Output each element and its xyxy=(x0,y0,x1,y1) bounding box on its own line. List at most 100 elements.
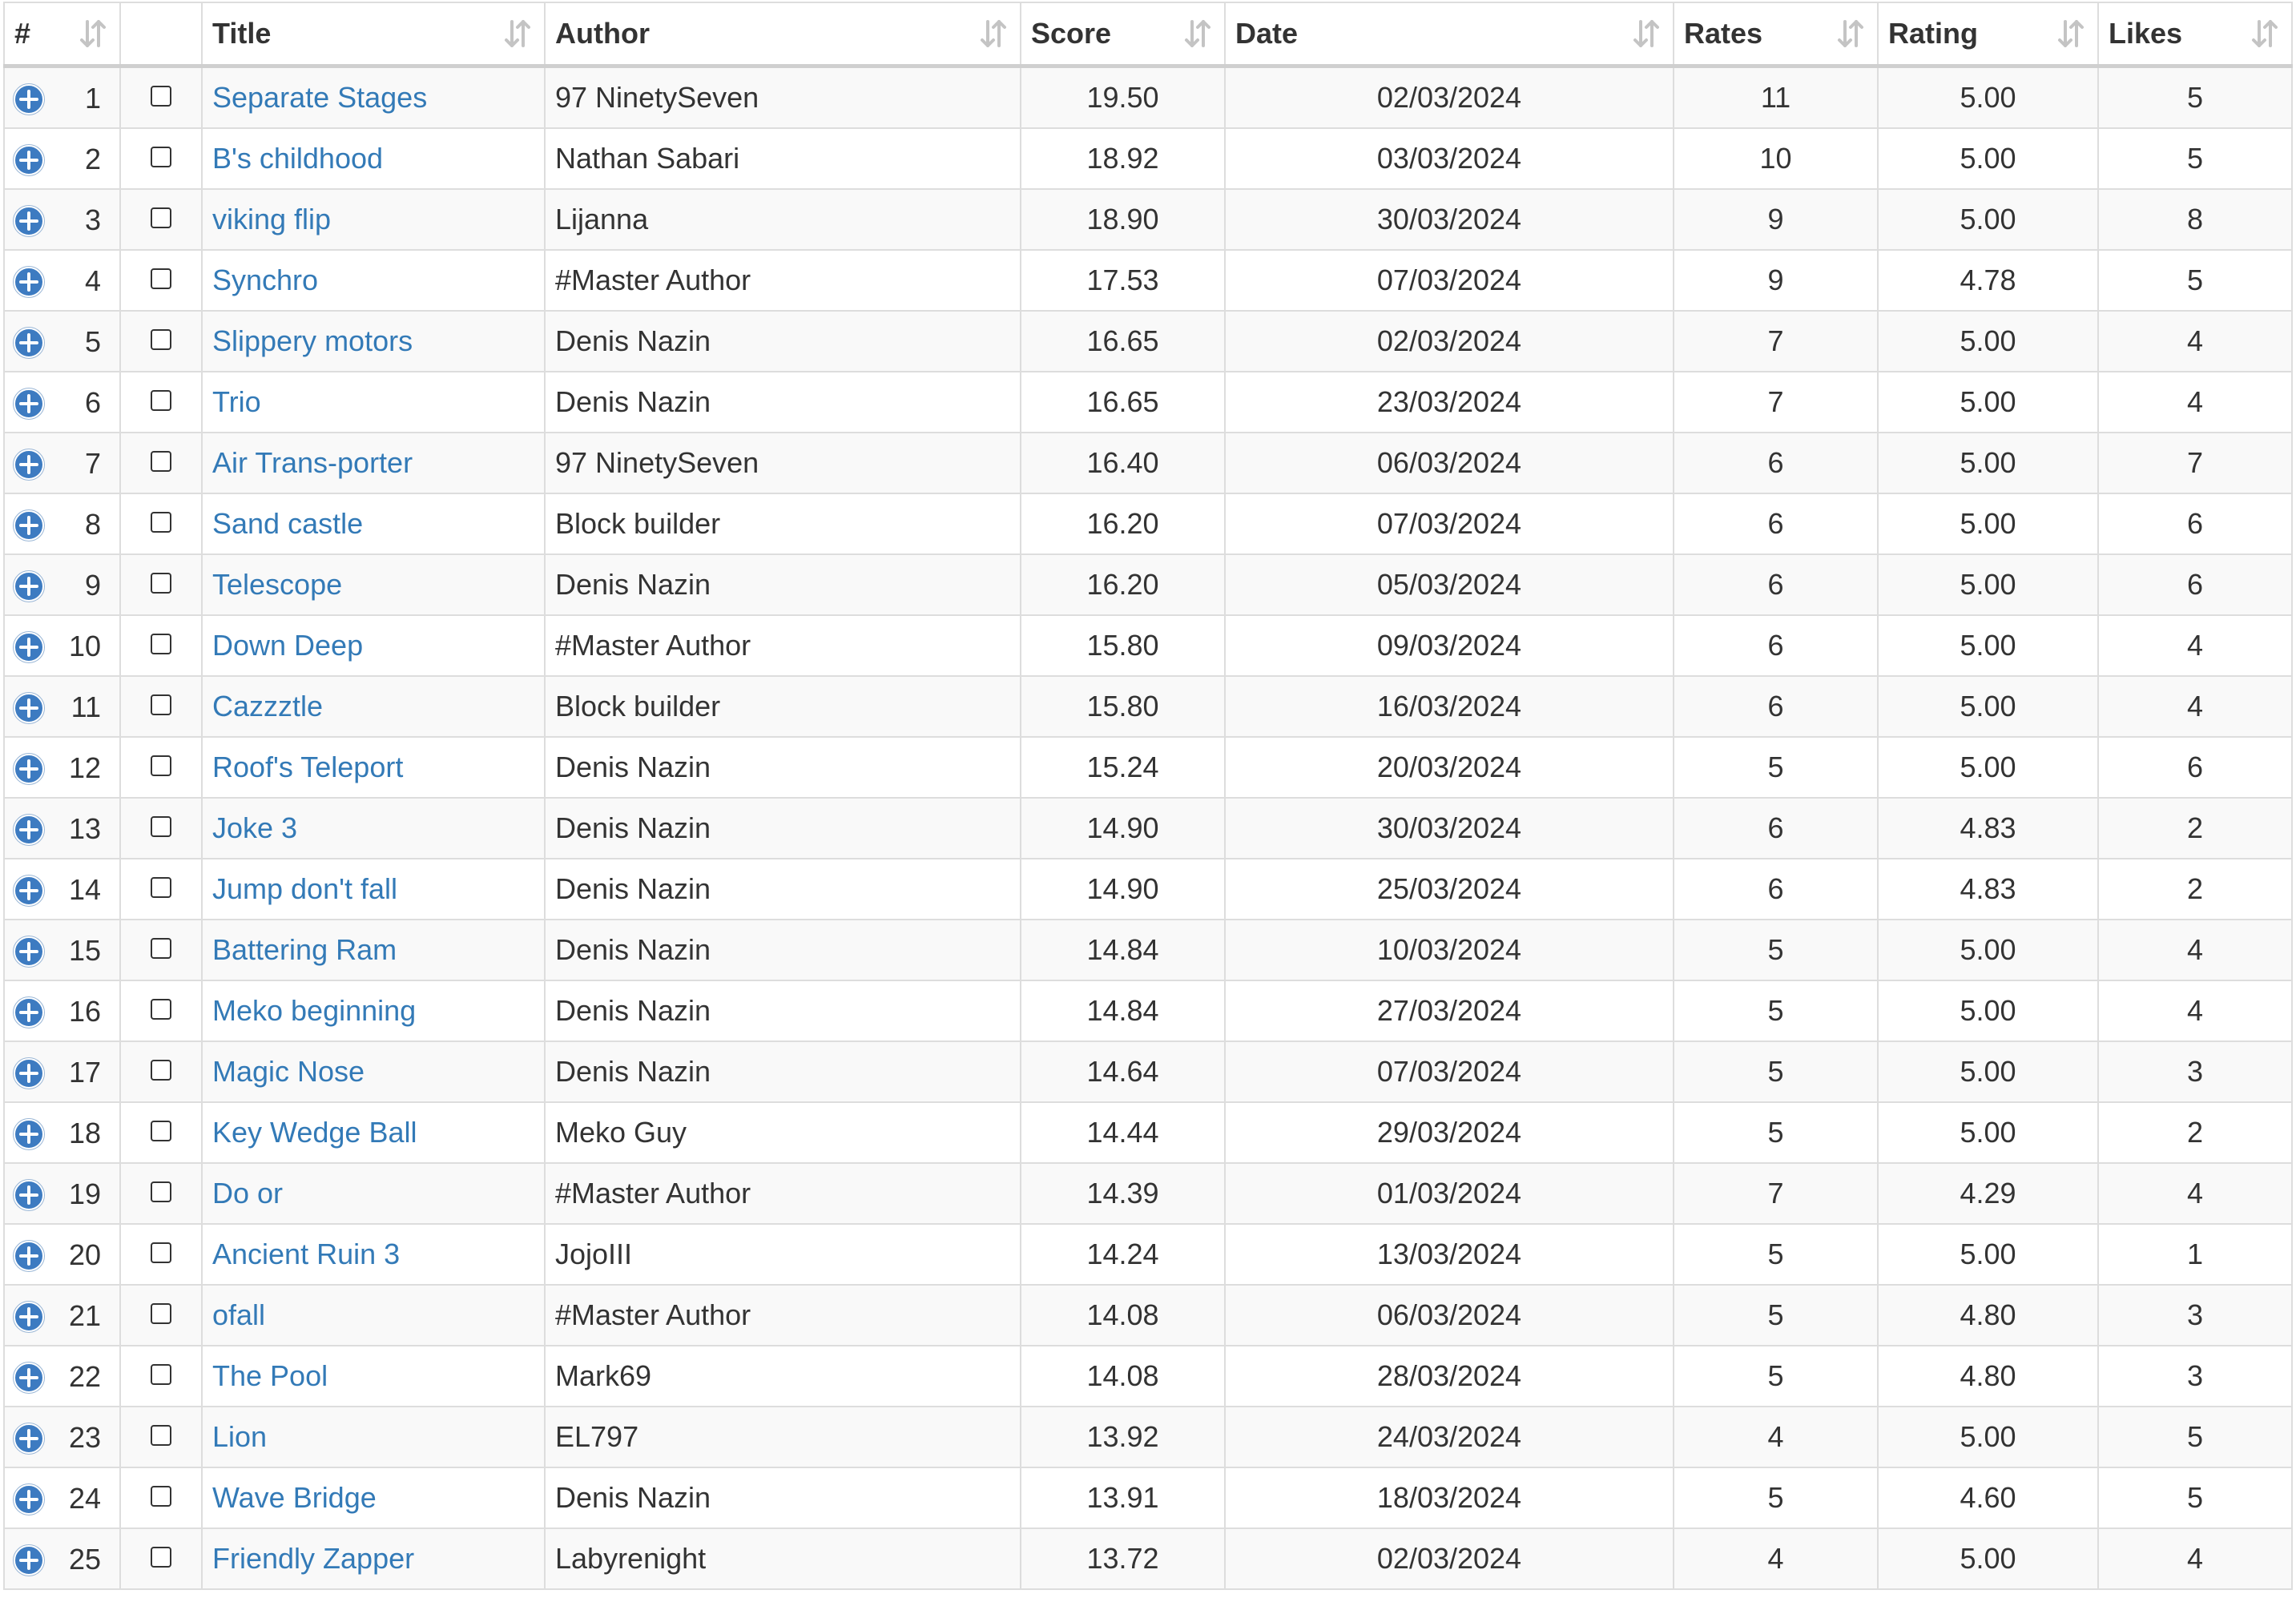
plus-circle-icon[interactable] xyxy=(13,1179,45,1212)
level-title-link[interactable]: B's childhood xyxy=(212,142,383,175)
sort-arrows-icon[interactable] xyxy=(1184,18,1211,50)
level-title-link[interactable]: ofall xyxy=(212,1298,265,1331)
row-checkbox[interactable] xyxy=(151,816,171,838)
plus-circle-icon[interactable] xyxy=(13,1057,45,1090)
level-title-link[interactable]: Ancient Ruin 3 xyxy=(212,1238,400,1270)
date-cell: 18/03/2024 xyxy=(1224,1467,1674,1529)
level-title-link[interactable]: Cazzztle xyxy=(212,690,323,722)
plus-circle-icon[interactable] xyxy=(13,205,45,238)
plus-circle-icon[interactable] xyxy=(13,875,45,908)
select-cell xyxy=(119,675,203,738)
level-title-link[interactable]: Sand castle xyxy=(212,507,363,540)
level-title-link[interactable]: Separate Stages xyxy=(212,81,427,114)
column-header-rating[interactable]: Rating xyxy=(1877,2,2099,68)
plus-circle-icon[interactable] xyxy=(13,1118,45,1151)
plus-circle-icon[interactable] xyxy=(13,509,45,542)
plus-circle-icon[interactable] xyxy=(13,814,45,847)
row-checkbox[interactable] xyxy=(151,329,171,351)
sort-arrows-icon[interactable] xyxy=(980,18,1007,50)
plus-circle-icon[interactable] xyxy=(13,1483,45,1516)
level-title-link[interactable]: Down Deep xyxy=(212,629,363,662)
level-title-link[interactable]: Trio xyxy=(212,385,261,418)
row-checkbox[interactable] xyxy=(151,147,171,168)
row-checkbox[interactable] xyxy=(151,512,171,533)
level-title-link[interactable]: Do or xyxy=(212,1177,283,1210)
sort-arrows-icon[interactable] xyxy=(79,18,107,50)
column-header-likes[interactable]: Likes xyxy=(2097,2,2293,68)
plus-circle-icon[interactable] xyxy=(13,1240,45,1273)
row-checkbox[interactable] xyxy=(151,268,171,290)
level-title-link[interactable]: Roof's Teleport xyxy=(212,751,403,783)
level-title-link[interactable]: viking flip xyxy=(212,203,331,235)
row-checkbox[interactable] xyxy=(151,938,171,960)
level-title-link[interactable]: The Pool xyxy=(212,1359,328,1392)
column-header-rates[interactable]: Rates xyxy=(1673,2,1879,68)
level-title-link[interactable]: Meko beginning xyxy=(212,994,416,1027)
row-checkbox[interactable] xyxy=(151,1364,171,1386)
plus-circle-icon[interactable] xyxy=(13,996,45,1029)
row-checkbox[interactable] xyxy=(151,755,171,777)
plus-circle-icon[interactable] xyxy=(13,753,45,786)
row-checkbox[interactable] xyxy=(151,694,171,716)
plus-circle-icon[interactable] xyxy=(13,83,45,116)
level-title-link[interactable]: Joke 3 xyxy=(212,811,297,844)
column-header-rank[interactable]: # xyxy=(3,2,121,68)
row-checkbox[interactable] xyxy=(151,390,171,412)
rates-cell: 6 xyxy=(1673,432,1879,494)
plus-circle-icon[interactable] xyxy=(13,631,45,664)
rank-cell: 11 xyxy=(3,675,121,738)
plus-circle-icon[interactable] xyxy=(13,692,45,725)
plus-circle-icon[interactable] xyxy=(13,570,45,603)
plus-circle-icon[interactable] xyxy=(13,144,45,177)
row-checkbox[interactable] xyxy=(151,573,171,594)
likes-cell: 8 xyxy=(2097,188,2293,251)
plus-circle-icon[interactable] xyxy=(13,449,45,481)
row-checkbox[interactable] xyxy=(151,1425,171,1447)
likes-cell: 4 xyxy=(2097,1162,2293,1225)
plus-circle-icon[interactable] xyxy=(13,1301,45,1334)
sort-arrows-icon[interactable] xyxy=(1633,18,1660,50)
column-header-title[interactable]: Title xyxy=(201,2,546,68)
row-checkbox[interactable] xyxy=(151,451,171,473)
row-checkbox[interactable] xyxy=(151,1486,171,1507)
row-checkbox[interactable] xyxy=(151,1547,171,1568)
level-title-link[interactable]: Battering Ram xyxy=(212,933,397,966)
level-title-link[interactable]: Air Trans-porter xyxy=(212,446,413,479)
level-title-link[interactable]: Slippery motors xyxy=(212,324,413,357)
column-header-label: Score xyxy=(1031,17,1112,50)
row-checkbox[interactable] xyxy=(151,1181,171,1203)
rank-cell: 8 xyxy=(3,493,121,555)
row-checkbox[interactable] xyxy=(151,877,171,899)
sort-arrows-icon[interactable] xyxy=(2251,18,2278,50)
row-checkbox[interactable] xyxy=(151,999,171,1020)
row-checkbox[interactable] xyxy=(151,207,171,229)
plus-circle-icon[interactable] xyxy=(13,1544,45,1577)
sort-arrows-icon[interactable] xyxy=(1837,18,1864,50)
plus-circle-icon[interactable] xyxy=(13,266,45,299)
level-title-link[interactable]: Synchro xyxy=(212,264,318,296)
level-title-link[interactable]: Magic Nose xyxy=(212,1055,365,1088)
level-title-link[interactable]: Key Wedge Ball xyxy=(212,1116,417,1149)
level-title-link[interactable]: Lion xyxy=(212,1420,267,1453)
plus-circle-icon[interactable] xyxy=(13,1362,45,1395)
row-checkbox[interactable] xyxy=(151,1121,171,1142)
row-checkbox[interactable] xyxy=(151,634,171,655)
column-header-author[interactable]: Author xyxy=(544,2,1021,68)
plus-circle-icon[interactable] xyxy=(13,1423,45,1455)
sort-arrows-icon[interactable] xyxy=(504,18,531,50)
plus-circle-icon[interactable] xyxy=(13,388,45,421)
column-header-date[interactable]: Date xyxy=(1224,2,1674,68)
level-title-link[interactable]: Telescope xyxy=(212,568,342,601)
column-header-score[interactable]: Score xyxy=(1020,2,1226,68)
table-row: 17 Magic Nose Denis Nazin 14.64 07/03/2024 5 5… xyxy=(3,1040,2293,1103)
level-title-link[interactable]: Wave Bridge xyxy=(212,1481,377,1514)
row-checkbox[interactable] xyxy=(151,1242,171,1264)
plus-circle-icon[interactable] xyxy=(13,936,45,968)
level-title-link[interactable]: Jump don't fall xyxy=(212,872,397,905)
sort-arrows-icon[interactable] xyxy=(2057,18,2085,50)
row-checkbox[interactable] xyxy=(151,86,171,107)
row-checkbox[interactable] xyxy=(151,1303,171,1325)
plus-circle-icon[interactable] xyxy=(13,327,45,360)
row-checkbox[interactable] xyxy=(151,1060,171,1081)
level-title-link[interactable]: Friendly Zapper xyxy=(212,1542,414,1575)
